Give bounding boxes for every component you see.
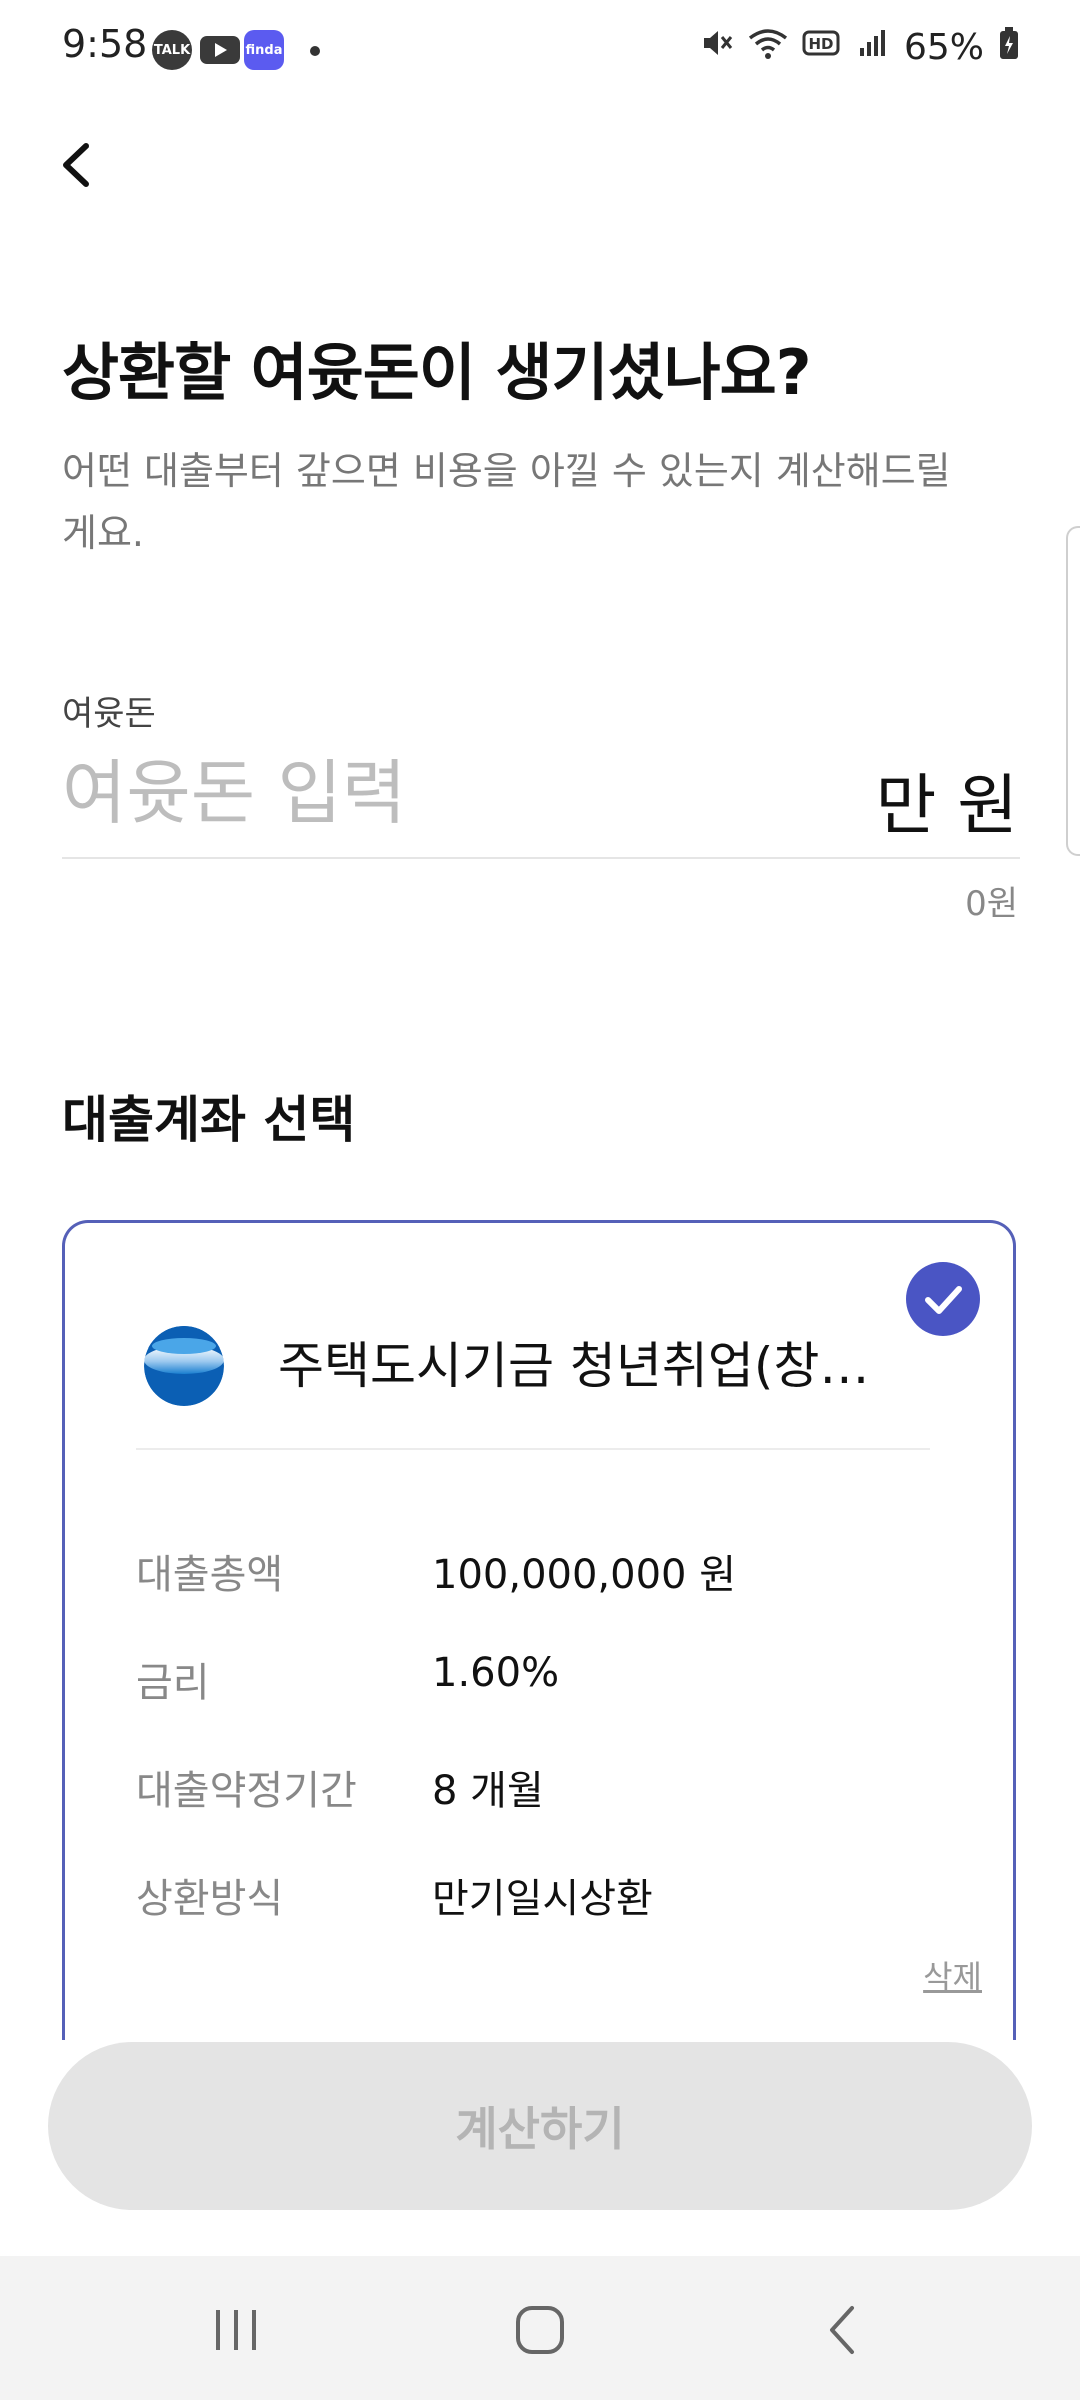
edge-panel-handle[interactable] [1066, 526, 1080, 856]
page-subtitle: 어떤 대출부터 갚으면 비용을 아낄 수 있는지 계산해드릴게요. [62, 449, 951, 555]
repayment-method-value: 만기일시상환 [432, 1876, 653, 1922]
selected-check-icon[interactable] [906, 1262, 980, 1336]
mute-icon [700, 26, 734, 69]
home-icon[interactable] [510, 2300, 570, 2360]
interest-rate-label: 금리 [136, 1660, 210, 1706]
talk-badge: TALK [152, 30, 192, 70]
back-button[interactable] [50, 130, 110, 200]
loan-total-label: 대출총액 [136, 1552, 284, 1598]
amount-label: 여윳돈 [62, 694, 156, 734]
interest-rate-value: 1.60% [432, 1650, 560, 1696]
finda-badge: finda [244, 30, 284, 70]
battery-percent: 65% [903, 27, 984, 68]
loan-name: 주택도시기금 청년취업(창… [278, 1337, 870, 1395]
hd-icon: HD [802, 26, 842, 69]
calculate-button[interactable]: 계산하기 [48, 2042, 1032, 2210]
battery-icon [998, 26, 1020, 69]
amount-input[interactable] [62, 748, 862, 838]
card-divider [136, 1448, 930, 1450]
status-bar: 9:58 TALK finda HD 65% [0, 0, 1080, 100]
status-time: 9:58 [62, 22, 148, 66]
signal-icon [856, 26, 890, 69]
nav-back-icon[interactable] [814, 2300, 874, 2360]
page-title: 상환할 여윳돈이 생기셨나요? [62, 336, 812, 409]
loan-term-label: 대출약정기간 [136, 1768, 357, 1814]
youtube-badge-icon [200, 30, 240, 70]
loan-term-value: 8 개월 [432, 1768, 544, 1814]
amount-helper: 0원 [965, 884, 1018, 924]
svg-text:HD: HD [808, 35, 833, 53]
wifi-icon [748, 26, 788, 69]
notification-dot-icon [310, 46, 320, 56]
unit-label: 만 원 [875, 767, 1018, 844]
repayment-method-label: 상환방식 [136, 1876, 284, 1922]
chevron-left-icon [63, 143, 89, 187]
loan-total-value: 100,000,000 원 [432, 1552, 736, 1598]
section-title: 대출계좌 선택 [62, 1091, 356, 1149]
bank-logo-icon [144, 1326, 224, 1406]
delete-link[interactable]: 삭제 [923, 1952, 982, 1998]
system-nav-bar [0, 2256, 1080, 2400]
input-underline [62, 857, 1020, 859]
recent-apps-icon[interactable] [206, 2300, 266, 2360]
status-right: HD 65% [700, 26, 1020, 69]
